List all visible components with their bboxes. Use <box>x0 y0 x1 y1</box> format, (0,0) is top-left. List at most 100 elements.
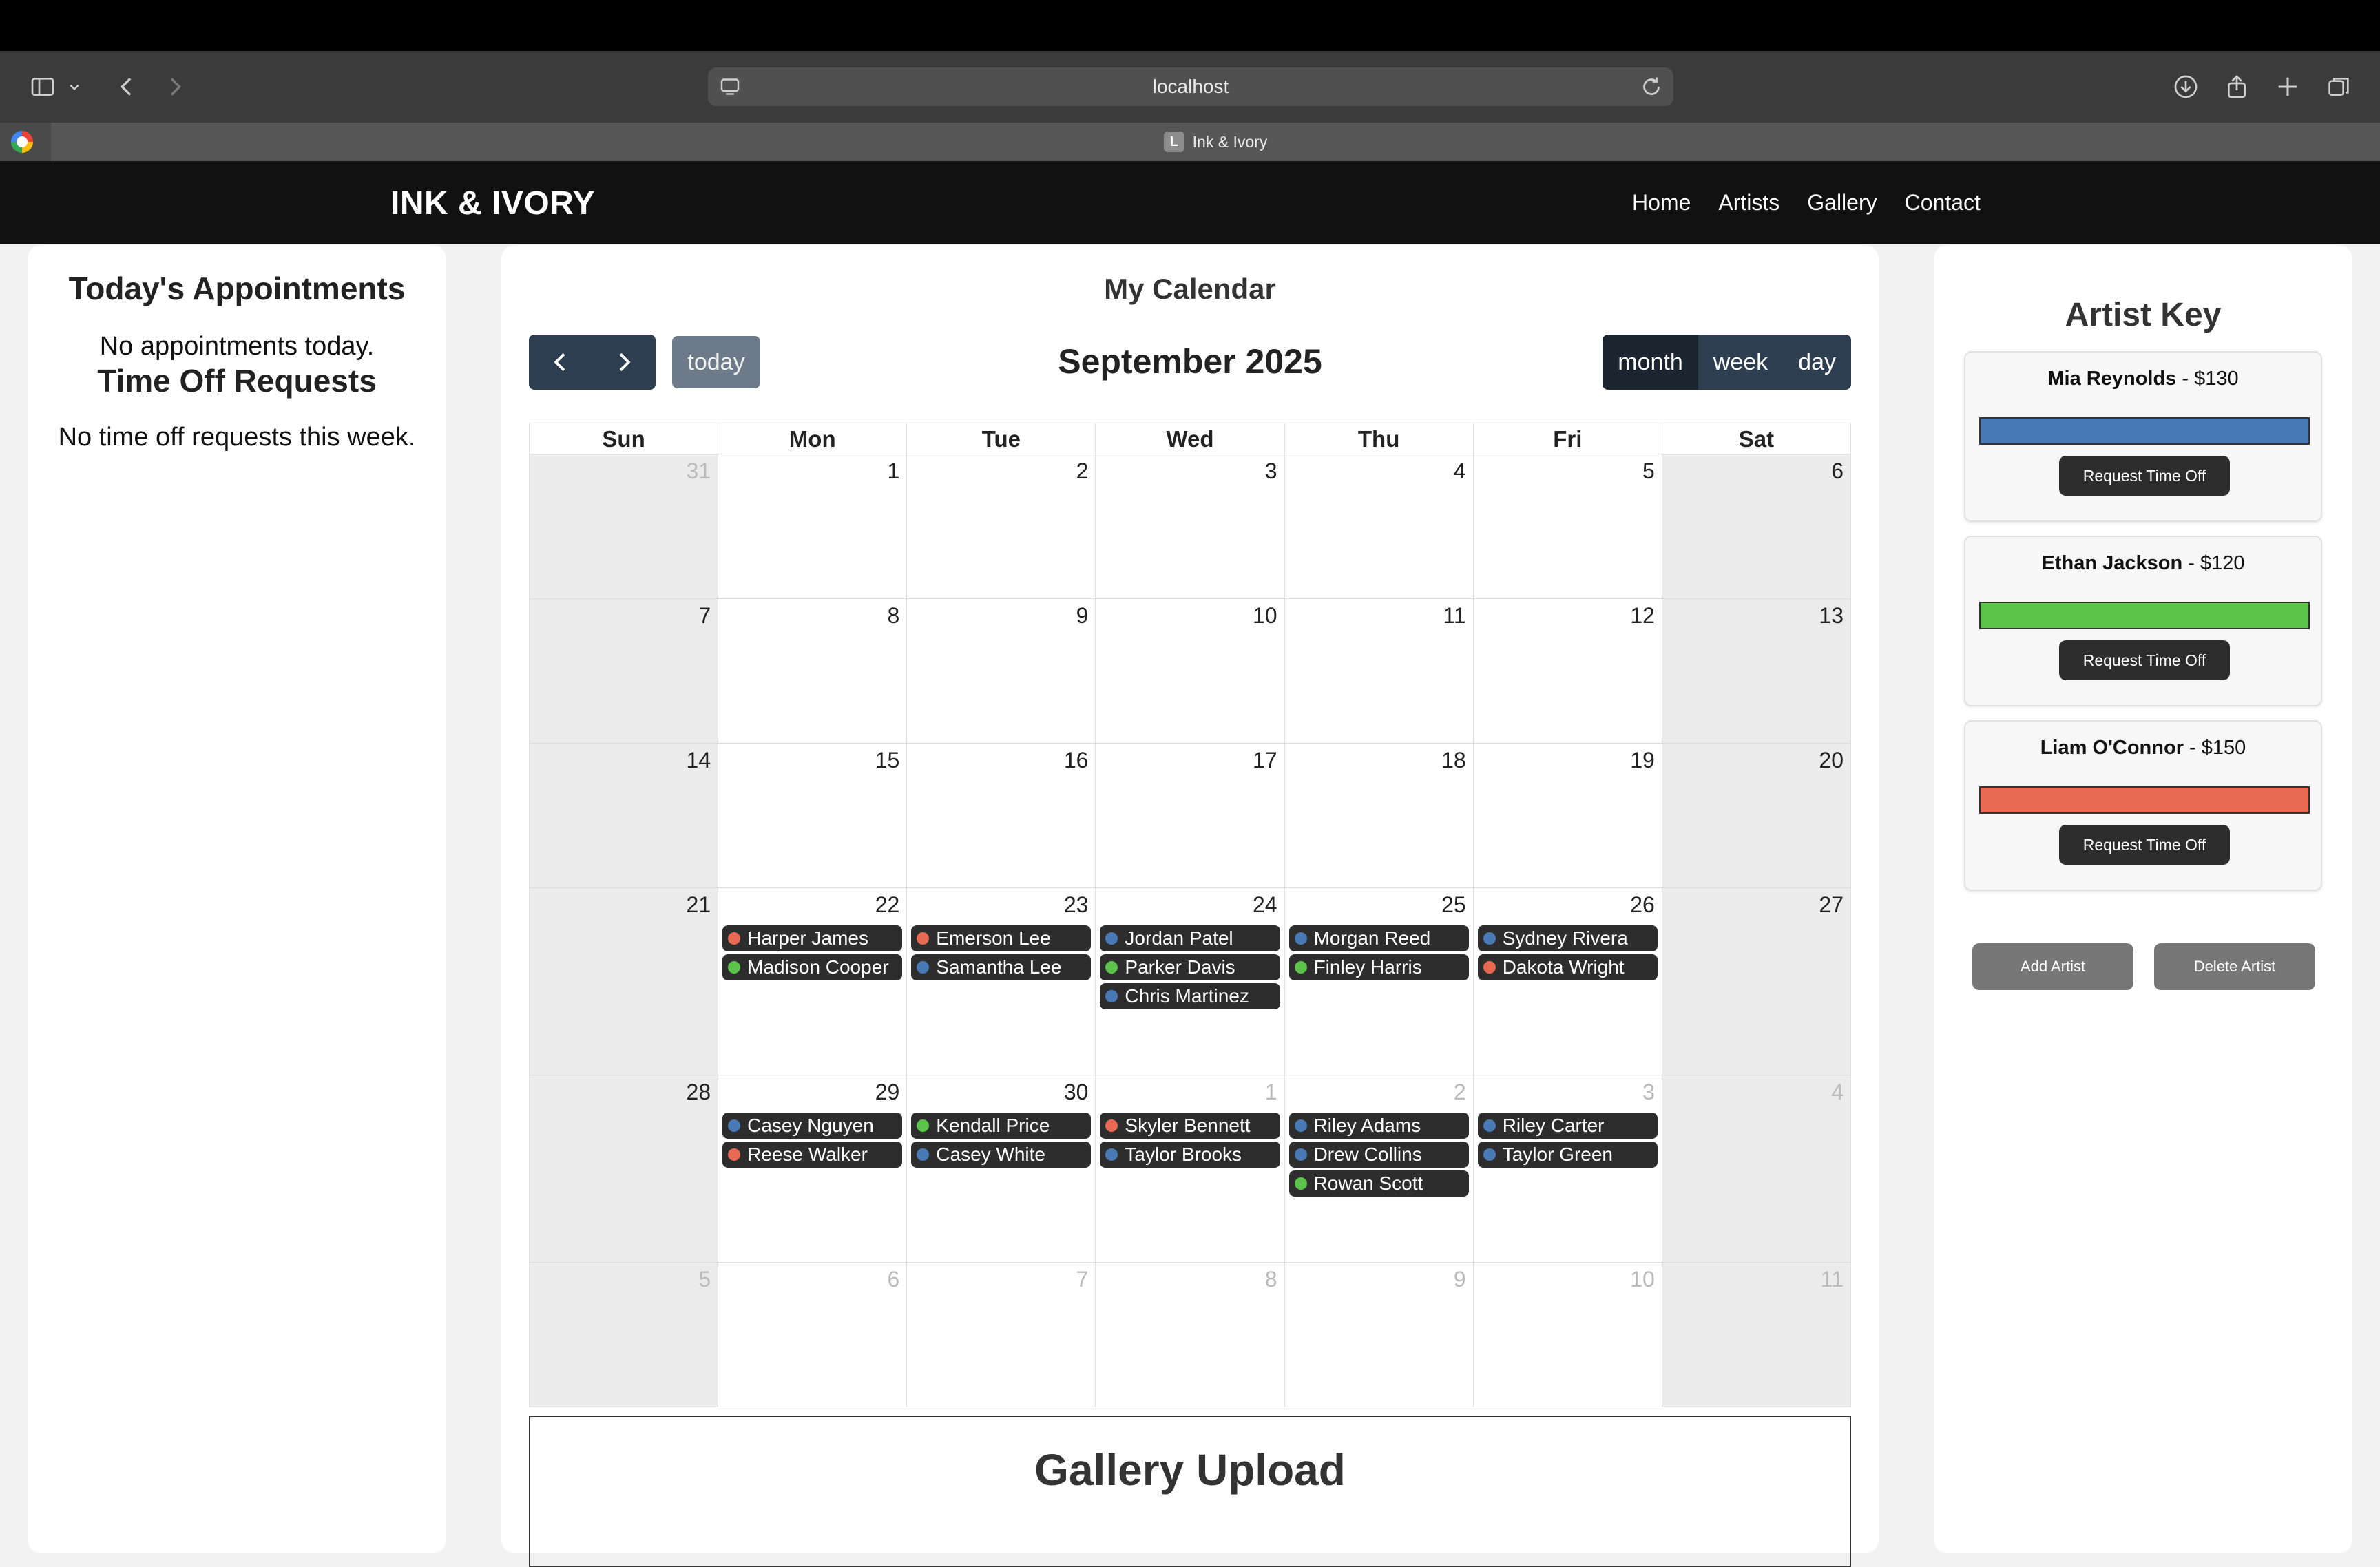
day-cell[interactable]: 2 Riley Adams Drew Collins Rowan Scott <box>1284 1075 1474 1263</box>
request-time-off-button[interactable]: Request Time Off <box>2059 640 2230 680</box>
day-number[interactable]: 1 <box>1265 1080 1277 1105</box>
day-cell[interactable]: 16 <box>907 744 1096 888</box>
appointment-event[interactable]: Casey White <box>911 1142 1092 1168</box>
day-number[interactable]: 31 <box>687 459 711 484</box>
day-number[interactable]: 16 <box>1064 748 1089 773</box>
site-logo[interactable]: INK & IVORY <box>390 185 595 222</box>
day-cell[interactable]: 7 <box>907 1263 1096 1407</box>
day-number[interactable]: 6 <box>887 1267 899 1292</box>
request-time-off-button[interactable]: Request Time Off <box>2059 456 2230 496</box>
forward-icon[interactable] <box>160 72 190 102</box>
day-number[interactable]: 28 <box>687 1080 711 1105</box>
day-cell[interactable]: 3 Riley Carter Taylor Green <box>1473 1075 1662 1263</box>
day-cell[interactable]: 6 <box>1662 454 1851 599</box>
tab-ink-ivory[interactable]: L Ink & Ivory <box>51 123 2380 161</box>
day-cell[interactable]: 8 <box>718 599 908 744</box>
day-number[interactable]: 1 <box>887 459 899 484</box>
day-cell[interactable]: 17 <box>1096 744 1285 888</box>
new-tab-icon[interactable] <box>2273 72 2303 102</box>
day-number[interactable]: 4 <box>1831 1080 1844 1105</box>
download-icon[interactable] <box>2171 72 2201 102</box>
day-number[interactable]: 22 <box>875 892 900 918</box>
day-number[interactable]: 3 <box>1265 459 1277 484</box>
appointment-event[interactable]: Emerson Lee <box>911 925 1092 951</box>
appointment-event[interactable]: Reese Walker <box>722 1142 903 1168</box>
appointment-event[interactable]: Madison Cooper <box>722 954 903 980</box>
day-number[interactable]: 12 <box>1630 603 1655 629</box>
day-number[interactable]: 9 <box>1454 1267 1466 1292</box>
day-number[interactable]: 7 <box>698 603 711 629</box>
day-number[interactable]: 2 <box>1076 459 1089 484</box>
day-number[interactable]: 11 <box>1443 603 1465 629</box>
day-cell[interactable]: 5 <box>529 1263 719 1407</box>
day-cell[interactable]: 6 <box>718 1263 908 1407</box>
view-week-button[interactable]: week <box>1698 335 1784 390</box>
day-cell[interactable]: 3 <box>1096 454 1285 599</box>
appointment-event[interactable]: Finley Harris <box>1288 954 1469 980</box>
tab-overview-icon[interactable] <box>2324 72 2354 102</box>
day-cell[interactable]: 11 <box>1662 1263 1851 1407</box>
day-cell[interactable]: 15 <box>718 744 908 888</box>
day-cell[interactable]: 21 <box>529 888 719 1075</box>
day-number[interactable]: 21 <box>687 892 711 918</box>
nav-home[interactable]: Home <box>1632 190 1691 215</box>
day-number[interactable]: 5 <box>698 1267 711 1292</box>
nav-artists[interactable]: Artists <box>1718 190 1779 215</box>
appointment-event[interactable]: Chris Martinez <box>1100 983 1280 1009</box>
nav-contact[interactable]: Contact <box>1905 190 1981 215</box>
share-icon[interactable] <box>2222 72 2252 102</box>
appointment-event[interactable]: Morgan Reed <box>1288 925 1469 951</box>
appointment-event[interactable]: Dakota Wright <box>1477 954 1658 980</box>
appointment-event[interactable]: Jordan Patel <box>1100 925 1280 951</box>
request-time-off-button[interactable]: Request Time Off <box>2059 825 2230 865</box>
day-cell[interactable]: 22 Harper James Madison Cooper <box>718 888 908 1075</box>
day-cell[interactable]: 1 <box>718 454 908 599</box>
appointment-event[interactable]: Drew Collins <box>1288 1142 1469 1168</box>
day-number[interactable]: 27 <box>1819 892 1844 918</box>
day-number[interactable]: 5 <box>1642 459 1655 484</box>
appointment-event[interactable]: Taylor Brooks <box>1100 1142 1280 1168</box>
appointment-event[interactable]: Casey Nguyen <box>722 1113 903 1139</box>
day-cell[interactable]: 26 Sydney Rivera Dakota Wright <box>1473 888 1662 1075</box>
day-number[interactable]: 8 <box>887 603 899 629</box>
day-cell[interactable]: 10 <box>1096 599 1285 744</box>
address-bar[interactable]: localhost <box>708 67 1673 106</box>
day-number[interactable]: 11 <box>1821 1267 1844 1292</box>
appointment-event[interactable]: Kendall Price <box>911 1113 1092 1139</box>
day-cell[interactable]: 31 <box>529 454 719 599</box>
day-number[interactable]: 15 <box>875 748 900 773</box>
day-cell[interactable]: 25 Morgan Reed Finley Harris <box>1284 888 1474 1075</box>
day-number[interactable]: 25 <box>1441 892 1466 918</box>
day-cell[interactable]: 20 <box>1662 744 1851 888</box>
day-number[interactable]: 29 <box>875 1080 900 1105</box>
appointment-event[interactable]: Samantha Lee <box>911 954 1092 980</box>
day-number[interactable]: 30 <box>1064 1080 1089 1105</box>
appointment-event[interactable]: Rowan Scott <box>1288 1170 1469 1197</box>
day-number[interactable]: 20 <box>1819 748 1844 773</box>
chevron-down-icon[interactable] <box>65 72 84 102</box>
back-icon[interactable] <box>112 72 142 102</box>
day-number[interactable]: 19 <box>1630 748 1655 773</box>
day-cell[interactable]: 29 Casey Nguyen Reese Walker <box>718 1075 908 1263</box>
day-number[interactable]: 4 <box>1454 459 1466 484</box>
day-cell[interactable]: 14 <box>529 744 719 888</box>
day-number[interactable]: 18 <box>1441 748 1466 773</box>
nav-gallery[interactable]: Gallery <box>1807 190 1877 215</box>
appointment-event[interactable]: Harper James <box>722 925 903 951</box>
appointment-event[interactable]: Sydney Rivera <box>1477 925 1658 951</box>
day-cell[interactable]: 2 <box>907 454 1096 599</box>
day-cell[interactable]: 12 <box>1473 599 1662 744</box>
day-number[interactable]: 23 <box>1064 892 1089 918</box>
appointment-event[interactable]: Riley Adams <box>1288 1113 1469 1139</box>
appointment-event[interactable]: Parker Davis <box>1100 954 1280 980</box>
day-cell[interactable]: 28 <box>529 1075 719 1263</box>
day-cell[interactable]: 4 <box>1284 454 1474 599</box>
day-cell[interactable]: 23 Emerson Lee Samantha Lee <box>907 888 1096 1075</box>
day-cell[interactable]: 4 <box>1662 1075 1851 1263</box>
day-cell[interactable]: 9 <box>1284 1263 1474 1407</box>
reload-icon[interactable] <box>1639 74 1664 99</box>
day-number[interactable]: 10 <box>1253 603 1277 629</box>
day-number[interactable]: 24 <box>1253 892 1277 918</box>
day-number[interactable]: 6 <box>1831 459 1844 484</box>
day-cell[interactable]: 11 <box>1284 599 1474 744</box>
